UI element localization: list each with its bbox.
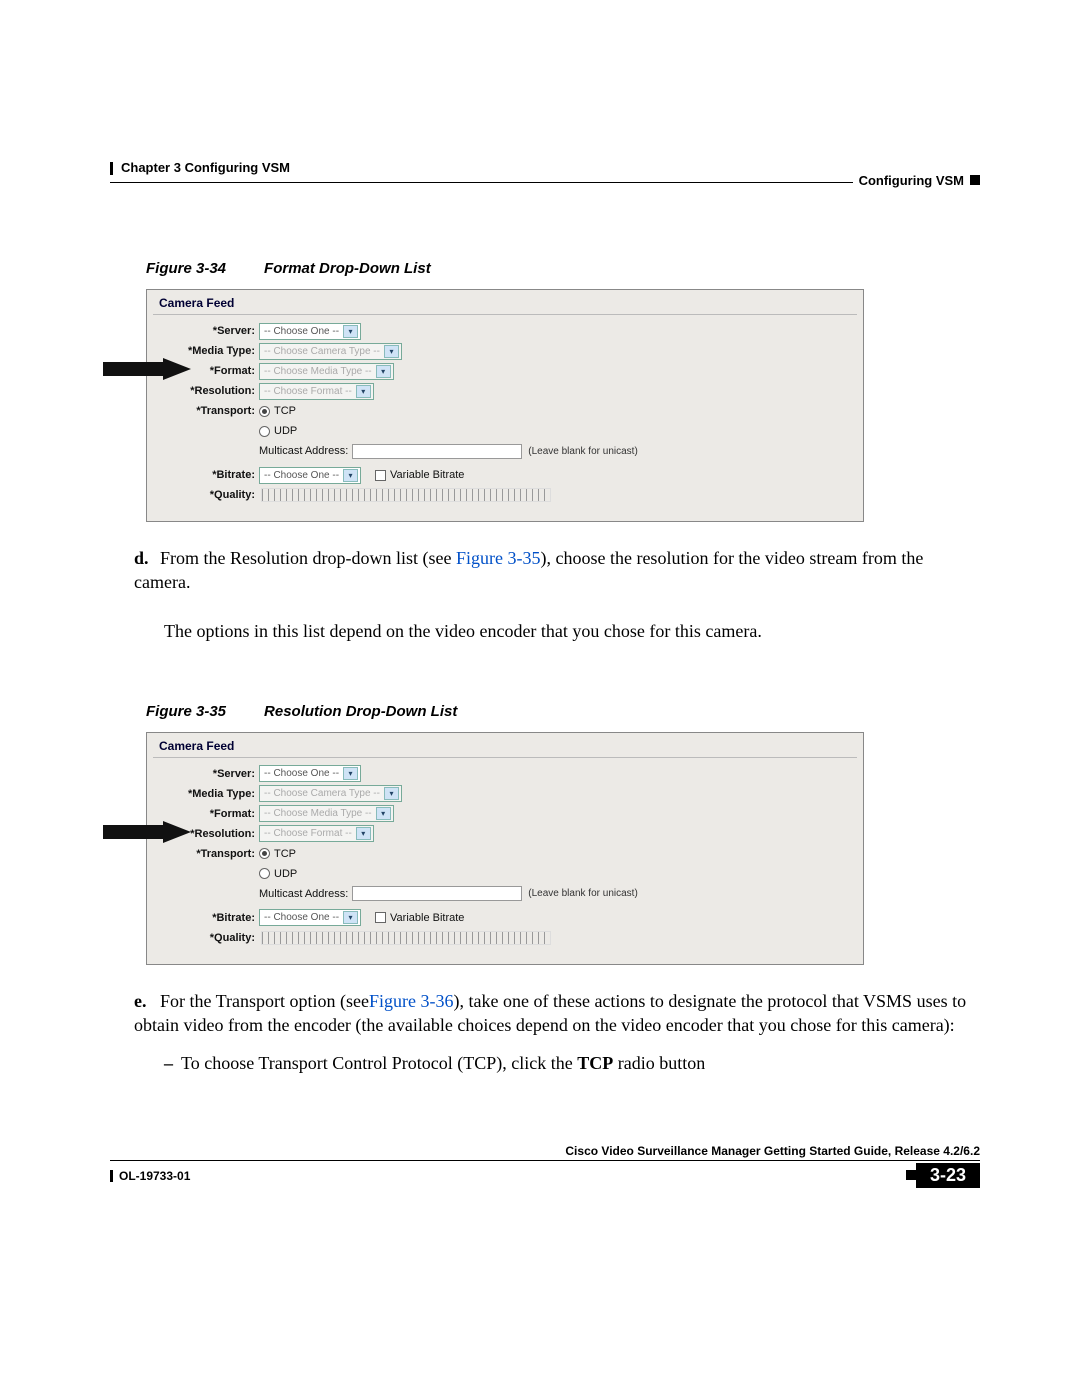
- label-bitrate: *Bitrate:: [212, 469, 255, 481]
- tcp-radio[interactable]: [259, 406, 270, 417]
- variable-bitrate-checkbox[interactable]: [375, 470, 386, 481]
- fieldset-legend: Camera Feed: [153, 296, 857, 315]
- label-resolution: *Resolution:: [190, 828, 255, 840]
- format-select[interactable]: -- Choose Media Type --▾: [259, 363, 394, 380]
- chapter-label: Chapter 3 Configuring VSM: [121, 160, 290, 175]
- tcp-term: TCP: [577, 1053, 613, 1073]
- chevron-down-icon: ▾: [376, 365, 391, 378]
- unicast-hint: (Leave blank for unicast): [528, 446, 638, 457]
- label-multicast: Multicast Address:: [259, 888, 348, 900]
- tcp-radio[interactable]: [259, 848, 270, 859]
- figure-link[interactable]: Figure 3-36: [369, 991, 454, 1011]
- page-footer: Cisco Video Surveillance Manager Getting…: [110, 1140, 980, 1188]
- label-server: *Server:: [213, 325, 255, 337]
- footer-marker: [906, 1170, 916, 1180]
- tcp-label: TCP: [274, 405, 296, 417]
- label-format: *Format:: [210, 808, 255, 820]
- server-select[interactable]: -- Choose One --▾: [259, 765, 361, 782]
- figure-number: Figure 3-35: [146, 703, 226, 720]
- label-transport: *Transport:: [196, 848, 255, 860]
- bitrate-select[interactable]: -- Choose One --▾: [259, 909, 361, 926]
- multicast-input[interactable]: [352, 886, 522, 901]
- media-type-select[interactable]: -- Choose Camera Type --▾: [259, 343, 402, 360]
- step-d-note: The options in this list depend on the v…: [164, 619, 980, 643]
- label-transport: *Transport:: [196, 405, 255, 417]
- udp-radio[interactable]: [259, 868, 270, 879]
- label-bitrate: *Bitrate:: [212, 912, 255, 924]
- label-media-type: *Media Type:: [188, 788, 255, 800]
- udp-label: UDP: [274, 425, 297, 437]
- variable-bitrate-label: Variable Bitrate: [390, 912, 464, 924]
- quality-slider[interactable]: [261, 931, 551, 945]
- quality-slider[interactable]: [261, 488, 551, 502]
- dash-icon: –: [164, 1053, 173, 1073]
- figure-link[interactable]: Figure 3-35: [456, 548, 541, 568]
- label-quality: *Quality:: [210, 932, 255, 944]
- label-format: *Format:: [210, 365, 255, 377]
- page-header: Chapter 3 Configuring VSM Configuring VS…: [110, 160, 980, 200]
- label-server: *Server:: [213, 768, 255, 780]
- figure-3-35: Camera Feed *Server: -- Choose One --▾ *…: [146, 732, 864, 965]
- udp-label: UDP: [274, 868, 297, 880]
- header-right: Configuring VSM: [853, 173, 980, 188]
- book-title: Cisco Video Surveillance Manager Getting…: [110, 1140, 980, 1160]
- udp-radio[interactable]: [259, 426, 270, 437]
- label-resolution: *Resolution:: [190, 385, 255, 397]
- chevron-down-icon: ▾: [343, 325, 358, 338]
- chevron-down-icon: ▾: [343, 767, 358, 780]
- camera-feed-form: *Server: -- Choose One --▾ *Media Type: …: [153, 760, 857, 958]
- figure-title: Format Drop-Down List: [264, 260, 431, 277]
- label-multicast: Multicast Address:: [259, 445, 348, 457]
- figure-caption: Figure 3-34 Format Drop-Down List: [146, 260, 980, 277]
- sub-bullet: –To choose Transport Control Protocol (T…: [164, 1051, 980, 1075]
- list-marker: d.: [134, 546, 160, 570]
- doc-number: OL-19733-01: [110, 1169, 190, 1183]
- resolution-select[interactable]: -- Choose Format --▾: [259, 383, 374, 400]
- label-quality: *Quality:: [210, 489, 255, 501]
- list-marker: e.: [134, 989, 160, 1013]
- page-number: 3-23: [916, 1163, 980, 1188]
- tcp-label: TCP: [274, 848, 296, 860]
- step-d: d.From the Resolution drop-down list (se…: [134, 546, 980, 595]
- chevron-down-icon: ▾: [356, 827, 371, 840]
- unicast-hint: (Leave blank for unicast): [528, 888, 638, 899]
- server-select[interactable]: -- Choose One --▾: [259, 323, 361, 340]
- variable-bitrate-label: Variable Bitrate: [390, 469, 464, 481]
- figure-caption: Figure 3-35 Resolution Drop-Down List: [146, 703, 980, 720]
- figure-title: Resolution Drop-Down List: [264, 703, 457, 720]
- chevron-down-icon: ▾: [356, 385, 371, 398]
- media-type-select[interactable]: -- Choose Camera Type --▾: [259, 785, 402, 802]
- chevron-down-icon: ▾: [384, 787, 399, 800]
- camera-feed-form: *Server: -- Choose One --▾ *Media Type: …: [153, 317, 857, 515]
- multicast-input[interactable]: [352, 444, 522, 459]
- variable-bitrate-checkbox[interactable]: [375, 912, 386, 923]
- section-label: Configuring VSM: [859, 173, 964, 188]
- figure-3-34: Camera Feed *Server: -- Choose One --▾ *…: [146, 289, 864, 522]
- chevron-down-icon: ▾: [343, 469, 358, 482]
- header-rule: [110, 182, 980, 183]
- step-e: e.For the Transport option (seeFigure 3-…: [134, 989, 980, 1038]
- header-left: Chapter 3 Configuring VSM: [110, 160, 290, 175]
- chevron-down-icon: ▾: [384, 345, 399, 358]
- label-media-type: *Media Type:: [188, 345, 255, 357]
- chevron-down-icon: ▾: [376, 807, 391, 820]
- resolution-select[interactable]: -- Choose Format --▾: [259, 825, 374, 842]
- fieldset-legend: Camera Feed: [153, 739, 857, 758]
- chevron-down-icon: ▾: [343, 911, 358, 924]
- figure-number: Figure 3-34: [146, 260, 226, 277]
- bitrate-select[interactable]: -- Choose One --▾: [259, 467, 361, 484]
- format-select[interactable]: -- Choose Media Type --▾: [259, 805, 394, 822]
